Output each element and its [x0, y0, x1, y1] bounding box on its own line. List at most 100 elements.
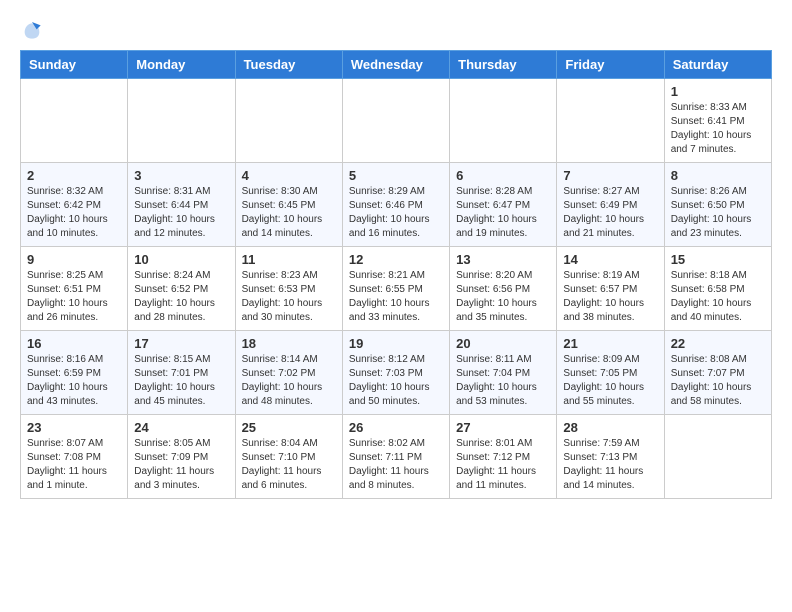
day-number: 10 [134, 252, 228, 267]
day-header-tuesday: Tuesday [235, 51, 342, 79]
calendar-day-12: 12 Sunrise: 8:21 AM Sunset: 6:55 PM Dayli… [342, 247, 449, 331]
calendar-day-24: 24 Sunrise: 8:05 AM Sunset: 7:09 PM Dayli… [128, 415, 235, 499]
day-number: 22 [671, 336, 765, 351]
calendar-header-row: SundayMondayTuesdayWednesdayThursdayFrid… [21, 51, 772, 79]
calendar-day-14: 14 Sunrise: 8:19 AM Sunset: 6:57 PM Dayli… [557, 247, 664, 331]
day-number: 24 [134, 420, 228, 435]
calendar-day-13: 13 Sunrise: 8:20 AM Sunset: 6:56 PM Dayli… [450, 247, 557, 331]
day-info: Sunrise: 8:28 AM Sunset: 6:47 PM Dayligh… [456, 185, 550, 241]
day-number: 17 [134, 336, 228, 351]
day-info: Sunrise: 8:02 AM Sunset: 7:11 PM Dayligh… [349, 437, 443, 493]
day-number: 3 [134, 168, 228, 183]
empty-cell [128, 79, 235, 163]
day-number: 18 [242, 336, 336, 351]
calendar-day-6: 6 Sunrise: 8:28 AM Sunset: 6:47 PM Daylig… [450, 163, 557, 247]
calendar-week-row: 9 Sunrise: 8:25 AM Sunset: 6:51 PM Daylig… [21, 247, 772, 331]
day-info: Sunrise: 8:04 AM Sunset: 7:10 PM Dayligh… [242, 437, 336, 493]
day-info: Sunrise: 8:11 AM Sunset: 7:04 PM Dayligh… [456, 353, 550, 409]
day-number: 9 [27, 252, 121, 267]
calendar-day-17: 17 Sunrise: 8:15 AM Sunset: 7:01 PM Dayli… [128, 331, 235, 415]
day-info: Sunrise: 8:23 AM Sunset: 6:53 PM Dayligh… [242, 269, 336, 325]
day-info: Sunrise: 8:33 AM Sunset: 6:41 PM Dayligh… [671, 101, 765, 157]
day-info: Sunrise: 8:16 AM Sunset: 6:59 PM Dayligh… [27, 353, 121, 409]
day-header-wednesday: Wednesday [342, 51, 449, 79]
day-info: Sunrise: 8:26 AM Sunset: 6:50 PM Dayligh… [671, 185, 765, 241]
day-number: 19 [349, 336, 443, 351]
day-info: Sunrise: 8:01 AM Sunset: 7:12 PM Dayligh… [456, 437, 550, 493]
day-number: 5 [349, 168, 443, 183]
day-header-sunday: Sunday [21, 51, 128, 79]
day-number: 21 [563, 336, 657, 351]
calendar-day-22: 22 Sunrise: 8:08 AM Sunset: 7:07 PM Dayli… [664, 331, 771, 415]
calendar-week-row: 23 Sunrise: 8:07 AM Sunset: 7:08 PM Dayli… [21, 415, 772, 499]
day-number: 20 [456, 336, 550, 351]
day-number: 11 [242, 252, 336, 267]
day-number: 6 [456, 168, 550, 183]
logo [20, 20, 42, 40]
day-info: Sunrise: 8:09 AM Sunset: 7:05 PM Dayligh… [563, 353, 657, 409]
calendar-week-row: 2 Sunrise: 8:32 AM Sunset: 6:42 PM Daylig… [21, 163, 772, 247]
day-number: 12 [349, 252, 443, 267]
calendar-day-28: 28 Sunrise: 7:59 AM Sunset: 7:13 PM Dayli… [557, 415, 664, 499]
empty-cell [21, 79, 128, 163]
day-info: Sunrise: 8:29 AM Sunset: 6:46 PM Dayligh… [349, 185, 443, 241]
calendar-day-3: 3 Sunrise: 8:31 AM Sunset: 6:44 PM Daylig… [128, 163, 235, 247]
calendar-day-25: 25 Sunrise: 8:04 AM Sunset: 7:10 PM Dayli… [235, 415, 342, 499]
calendar-week-row: 16 Sunrise: 8:16 AM Sunset: 6:59 PM Dayli… [21, 331, 772, 415]
day-info: Sunrise: 8:25 AM Sunset: 6:51 PM Dayligh… [27, 269, 121, 325]
day-header-thursday: Thursday [450, 51, 557, 79]
calendar-day-10: 10 Sunrise: 8:24 AM Sunset: 6:52 PM Dayli… [128, 247, 235, 331]
day-number: 14 [563, 252, 657, 267]
day-info: Sunrise: 8:32 AM Sunset: 6:42 PM Dayligh… [27, 185, 121, 241]
calendar-day-18: 18 Sunrise: 8:14 AM Sunset: 7:02 PM Dayli… [235, 331, 342, 415]
day-number: 15 [671, 252, 765, 267]
day-number: 4 [242, 168, 336, 183]
day-info: Sunrise: 8:12 AM Sunset: 7:03 PM Dayligh… [349, 353, 443, 409]
day-info: Sunrise: 8:24 AM Sunset: 6:52 PM Dayligh… [134, 269, 228, 325]
calendar-day-23: 23 Sunrise: 8:07 AM Sunset: 7:08 PM Dayli… [21, 415, 128, 499]
day-info: Sunrise: 8:21 AM Sunset: 6:55 PM Dayligh… [349, 269, 443, 325]
day-info: Sunrise: 8:07 AM Sunset: 7:08 PM Dayligh… [27, 437, 121, 493]
day-info: Sunrise: 8:27 AM Sunset: 6:49 PM Dayligh… [563, 185, 657, 241]
day-number: 28 [563, 420, 657, 435]
day-number: 16 [27, 336, 121, 351]
day-number: 7 [563, 168, 657, 183]
day-number: 1 [671, 84, 765, 99]
day-number: 25 [242, 420, 336, 435]
day-info: Sunrise: 8:14 AM Sunset: 7:02 PM Dayligh… [242, 353, 336, 409]
calendar-day-20: 20 Sunrise: 8:11 AM Sunset: 7:04 PM Dayli… [450, 331, 557, 415]
calendar-day-16: 16 Sunrise: 8:16 AM Sunset: 6:59 PM Dayli… [21, 331, 128, 415]
day-number: 23 [27, 420, 121, 435]
calendar-day-2: 2 Sunrise: 8:32 AM Sunset: 6:42 PM Daylig… [21, 163, 128, 247]
calendar-day-21: 21 Sunrise: 8:09 AM Sunset: 7:05 PM Dayli… [557, 331, 664, 415]
day-info: Sunrise: 8:31 AM Sunset: 6:44 PM Dayligh… [134, 185, 228, 241]
day-number: 13 [456, 252, 550, 267]
day-number: 8 [671, 168, 765, 183]
calendar-week-row: 1 Sunrise: 8:33 AM Sunset: 6:41 PM Daylig… [21, 79, 772, 163]
day-number: 27 [456, 420, 550, 435]
calendar-day-11: 11 Sunrise: 8:23 AM Sunset: 6:53 PM Dayli… [235, 247, 342, 331]
empty-cell [664, 415, 771, 499]
logo-icon [22, 20, 42, 40]
calendar-day-5: 5 Sunrise: 8:29 AM Sunset: 6:46 PM Daylig… [342, 163, 449, 247]
day-info: Sunrise: 8:05 AM Sunset: 7:09 PM Dayligh… [134, 437, 228, 493]
day-info: Sunrise: 8:08 AM Sunset: 7:07 PM Dayligh… [671, 353, 765, 409]
day-header-monday: Monday [128, 51, 235, 79]
empty-cell [342, 79, 449, 163]
day-header-friday: Friday [557, 51, 664, 79]
calendar-day-4: 4Sunrise: 8:30 AM Sunset: 6:45 PM Daylig… [235, 163, 342, 247]
calendar-day-1: 1 Sunrise: 8:33 AM Sunset: 6:41 PM Daylig… [664, 79, 771, 163]
calendar-day-19: 19 Sunrise: 8:12 AM Sunset: 7:03 PM Dayli… [342, 331, 449, 415]
empty-cell [450, 79, 557, 163]
empty-cell [557, 79, 664, 163]
day-number: 2 [27, 168, 121, 183]
day-info: Sunrise: 8:15 AM Sunset: 7:01 PM Dayligh… [134, 353, 228, 409]
day-info: Sunrise: 7:59 AM Sunset: 7:13 PM Dayligh… [563, 437, 657, 493]
day-info: Sunrise: 8:19 AM Sunset: 6:57 PM Dayligh… [563, 269, 657, 325]
calendar-day-15: 15 Sunrise: 8:18 AM Sunset: 6:58 PM Dayli… [664, 247, 771, 331]
day-info: Sunrise: 8:18 AM Sunset: 6:58 PM Dayligh… [671, 269, 765, 325]
day-info: Sunrise: 8:20 AM Sunset: 6:56 PM Dayligh… [456, 269, 550, 325]
calendar-day-27: 27 Sunrise: 8:01 AM Sunset: 7:12 PM Dayli… [450, 415, 557, 499]
calendar-day-8: 8 Sunrise: 8:26 AM Sunset: 6:50 PM Daylig… [664, 163, 771, 247]
calendar-day-9: 9 Sunrise: 8:25 AM Sunset: 6:51 PM Daylig… [21, 247, 128, 331]
